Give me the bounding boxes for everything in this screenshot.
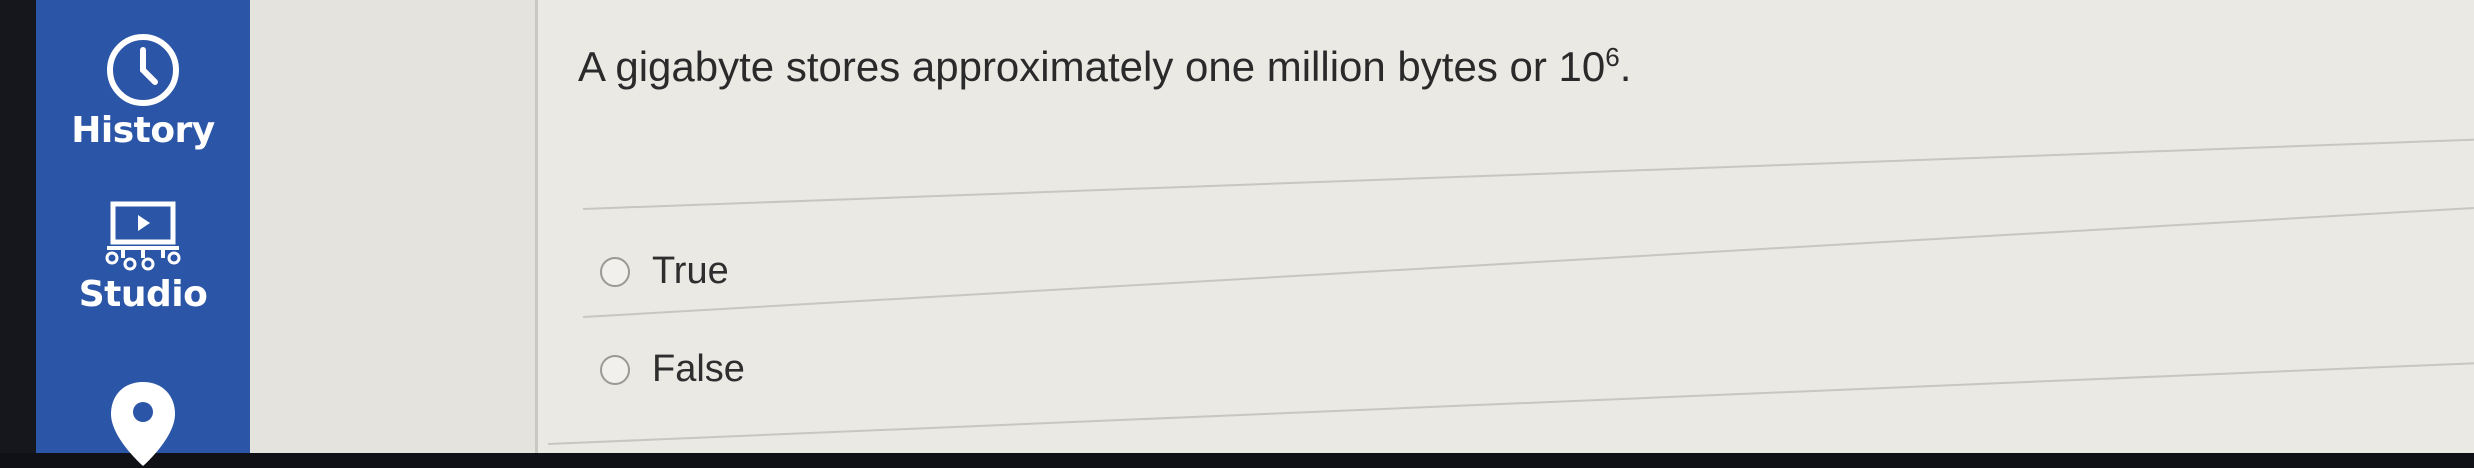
nav-label-studio: Studio: [78, 274, 208, 315]
radio-false[interactable]: [600, 354, 630, 385]
answer-option-false[interactable]: False: [600, 348, 745, 391]
studio-icon: [105, 201, 181, 271]
nav-item-studio[interactable]: Studio: [36, 198, 250, 315]
question-body: A gigabyte stores approximately one mill…: [578, 43, 1606, 90]
answer-label-true: True: [652, 250, 729, 292]
question-text: A gigabyte stores approximately one mill…: [578, 42, 1631, 91]
question-exponent: 6: [1605, 42, 1620, 72]
nav-label-history: History: [71, 110, 215, 151]
divider: [583, 138, 2474, 210]
answer-label-false: False: [652, 348, 745, 390]
global-nav-sidebar: History Studio: [36, 0, 250, 466]
radio-true[interactable]: [600, 256, 630, 287]
nav-item-history[interactable]: History: [36, 30, 250, 151]
divider: [583, 206, 2474, 318]
clock-icon: [107, 34, 179, 106]
window-edge: [0, 0, 36, 453]
quiz-question-panel: A gigabyte stores approximately one mill…: [535, 0, 2474, 453]
location-pin-icon: [111, 382, 175, 466]
page-background: [250, 0, 535, 453]
divider: [548, 362, 2474, 445]
question-period: .: [1619, 43, 1632, 90]
answer-option-true[interactable]: True: [600, 250, 729, 293]
nav-item-location[interactable]: [36, 378, 250, 468]
